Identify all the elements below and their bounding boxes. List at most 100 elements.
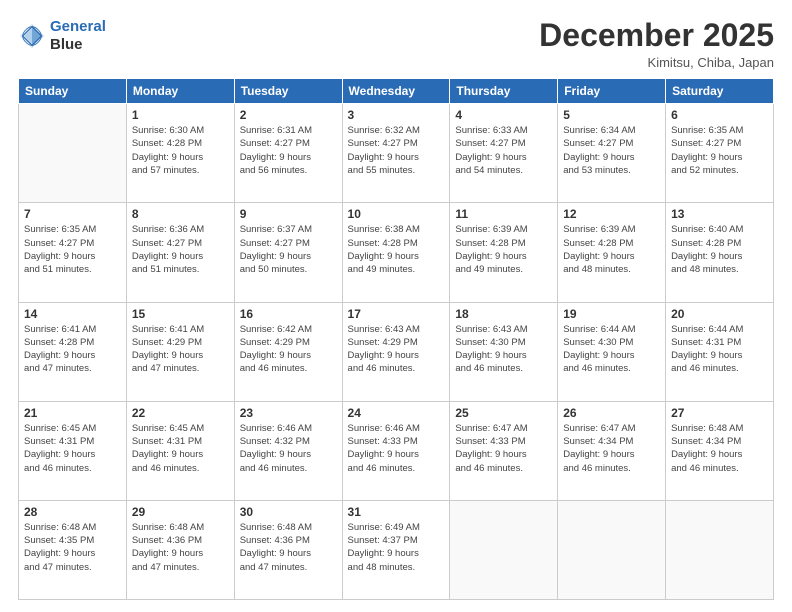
column-header-saturday: Saturday (666, 79, 774, 104)
day-number: 4 (455, 108, 552, 122)
sunrise-text: Sunrise: 6:41 AM (24, 323, 121, 336)
day-cell: 15Sunrise: 6:41 AMSunset: 4:29 PMDayligh… (126, 302, 234, 401)
sunset-text: Sunset: 4:31 PM (132, 435, 229, 448)
daylight-text: Daylight: 9 hours (24, 448, 121, 461)
column-header-wednesday: Wednesday (342, 79, 450, 104)
sunrise-text: Sunrise: 6:36 AM (132, 223, 229, 236)
sunset-text: Sunset: 4:28 PM (132, 137, 229, 150)
day-info: Sunrise: 6:47 AMSunset: 4:33 PMDaylight:… (455, 422, 552, 475)
day-info: Sunrise: 6:31 AMSunset: 4:27 PMDaylight:… (240, 124, 337, 177)
sunrise-text: Sunrise: 6:48 AM (24, 521, 121, 534)
location: Kimitsu, Chiba, Japan (539, 55, 774, 70)
day-info: Sunrise: 6:44 AMSunset: 4:31 PMDaylight:… (671, 323, 768, 376)
day-info: Sunrise: 6:48 AMSunset: 4:36 PMDaylight:… (132, 521, 229, 574)
daylight-text-2: and 46 minutes. (563, 462, 660, 475)
daylight-text: Daylight: 9 hours (563, 151, 660, 164)
day-number: 6 (671, 108, 768, 122)
day-info: Sunrise: 6:40 AMSunset: 4:28 PMDaylight:… (671, 223, 768, 276)
daylight-text-2: and 46 minutes. (348, 462, 445, 475)
logo-icon (18, 22, 46, 50)
day-number: 9 (240, 207, 337, 221)
sunset-text: Sunset: 4:27 PM (348, 137, 445, 150)
day-cell: 2Sunrise: 6:31 AMSunset: 4:27 PMDaylight… (234, 104, 342, 203)
day-cell: 17 Sunrise: 6:43 AMSunset: 4:29 PMDayligh… (342, 302, 450, 401)
day-number: 7 (24, 207, 121, 221)
day-number: 31 (348, 505, 445, 519)
daylight-text-2: and 47 minutes. (240, 561, 337, 574)
day-number: 5 (563, 108, 660, 122)
day-cell: 14Sunrise: 6:41 AMSunset: 4:28 PMDayligh… (19, 302, 127, 401)
day-info: Sunrise: 6:48 AMSunset: 4:34 PMDaylight:… (671, 422, 768, 475)
daylight-text: Daylight: 9 hours (671, 448, 768, 461)
sunset-text: Sunset: 4:34 PM (563, 435, 660, 448)
sunset-text: Sunset: 4:28 PM (24, 336, 121, 349)
daylight-text-2: and 50 minutes. (240, 263, 337, 276)
daylight-text-2: and 46 minutes. (455, 462, 552, 475)
day-cell: 26Sunrise: 6:47 AMSunset: 4:34 PMDayligh… (558, 401, 666, 500)
sunrise-text: Sunrise: 6:38 AM (348, 223, 445, 236)
daylight-text: Daylight: 9 hours (348, 349, 445, 362)
day-cell: 16Sunrise: 6:42 AMSunset: 4:29 PMDayligh… (234, 302, 342, 401)
daylight-text: Daylight: 9 hours (348, 448, 445, 461)
sunrise-text: Sunrise: 6:34 AM (563, 124, 660, 137)
daylight-text-2: and 53 minutes. (563, 164, 660, 177)
daylight-text-2: and 47 minutes. (24, 561, 121, 574)
sunset-text: Sunset: 4:28 PM (563, 237, 660, 250)
day-number: 17 (348, 307, 445, 321)
sunset-text: Sunset: 4:27 PM (671, 137, 768, 150)
daylight-text: Daylight: 9 hours (132, 448, 229, 461)
daylight-text-2: and 46 minutes. (455, 362, 552, 375)
day-cell: 8Sunrise: 6:36 AMSunset: 4:27 PMDaylight… (126, 203, 234, 302)
day-info: Sunrise: 6:30 AMSunset: 4:28 PMDaylight:… (132, 124, 229, 177)
day-number: 19 (563, 307, 660, 321)
daylight-text: Daylight: 9 hours (132, 250, 229, 263)
sunrise-text: Sunrise: 6:47 AM (563, 422, 660, 435)
daylight-text: Daylight: 9 hours (24, 250, 121, 263)
sunrise-text: Sunrise: 6:43 AM (348, 323, 445, 336)
sunset-text: Sunset: 4:34 PM (671, 435, 768, 448)
daylight-text-2: and 54 minutes. (455, 164, 552, 177)
daylight-text: Daylight: 9 hours (563, 448, 660, 461)
month-title: December 2025 (539, 18, 774, 53)
sunset-text: Sunset: 4:29 PM (348, 336, 445, 349)
daylight-text-2: and 46 minutes. (240, 462, 337, 475)
sunrise-text: Sunrise: 6:42 AM (240, 323, 337, 336)
sunrise-text: Sunrise: 6:48 AM (132, 521, 229, 534)
sunrise-text: Sunrise: 6:43 AM (455, 323, 552, 336)
sunset-text: Sunset: 4:33 PM (455, 435, 552, 448)
sunset-text: Sunset: 4:31 PM (671, 336, 768, 349)
day-cell: 24Sunrise: 6:46 AMSunset: 4:33 PMDayligh… (342, 401, 450, 500)
daylight-text-2: and 46 minutes. (24, 462, 121, 475)
daylight-text-2: and 46 minutes. (671, 362, 768, 375)
day-info: Sunrise: 6:38 AMSunset: 4:28 PMDaylight:… (348, 223, 445, 276)
week-row-5: 28Sunrise: 6:48 AMSunset: 4:35 PMDayligh… (19, 500, 774, 599)
sunrise-text: Sunrise: 6:46 AM (348, 422, 445, 435)
sunset-text: Sunset: 4:30 PM (455, 336, 552, 349)
day-info: Sunrise: 6:34 AMSunset: 4:27 PMDaylight:… (563, 124, 660, 177)
sunset-text: Sunset: 4:31 PM (24, 435, 121, 448)
day-number: 21 (24, 406, 121, 420)
logo: General Blue (18, 18, 106, 54)
daylight-text: Daylight: 9 hours (132, 151, 229, 164)
week-row-2: 7Sunrise: 6:35 AMSunset: 4:27 PMDaylight… (19, 203, 774, 302)
daylight-text: Daylight: 9 hours (563, 349, 660, 362)
day-info: Sunrise: 6:47 AMSunset: 4:34 PMDaylight:… (563, 422, 660, 475)
header: General Blue December 2025 Kimitsu, Chib… (18, 18, 774, 70)
day-cell: 21Sunrise: 6:45 AMSunset: 4:31 PMDayligh… (19, 401, 127, 500)
day-cell: 28Sunrise: 6:48 AMSunset: 4:35 PMDayligh… (19, 500, 127, 599)
day-info: Sunrise: 6:44 AMSunset: 4:30 PMDaylight:… (563, 323, 660, 376)
day-cell: 7Sunrise: 6:35 AMSunset: 4:27 PMDaylight… (19, 203, 127, 302)
sunset-text: Sunset: 4:35 PM (24, 534, 121, 547)
day-cell: 19 Sunrise: 6:44 AMSunset: 4:30 PMDayligh… (558, 302, 666, 401)
logo-line1: General (50, 18, 106, 35)
calendar-table: SundayMondayTuesdayWednesdayThursdayFrid… (18, 78, 774, 600)
sunset-text: Sunset: 4:28 PM (455, 237, 552, 250)
day-number: 18 (455, 307, 552, 321)
daylight-text-2: and 47 minutes. (132, 362, 229, 375)
column-header-friday: Friday (558, 79, 666, 104)
daylight-text: Daylight: 9 hours (671, 349, 768, 362)
daylight-text-2: and 52 minutes. (671, 164, 768, 177)
day-cell (19, 104, 127, 203)
sunset-text: Sunset: 4:36 PM (132, 534, 229, 547)
day-number: 11 (455, 207, 552, 221)
